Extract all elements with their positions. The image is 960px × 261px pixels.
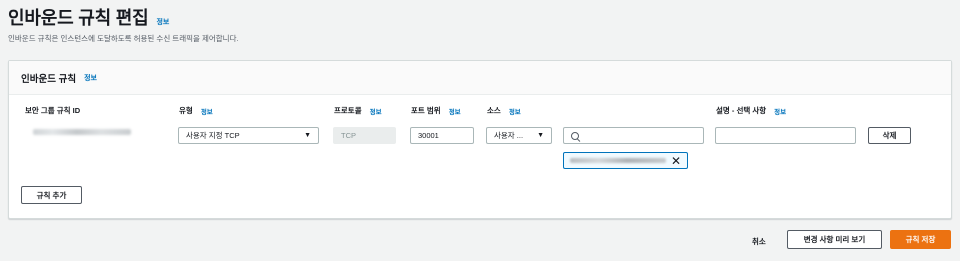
delete-rule-button[interactable]: 삭제 bbox=[868, 127, 911, 144]
protocol-field: TCP bbox=[333, 127, 396, 144]
col-label-port-range: 포트 범위 bbox=[411, 106, 441, 115]
panel-header: 인바운드 규칙 정보 bbox=[9, 61, 951, 95]
col-label-description: 설명 - 선택 사항 bbox=[716, 106, 767, 115]
type-info-link[interactable]: 정보 bbox=[201, 106, 213, 116]
source-token-label bbox=[570, 158, 666, 163]
page-header: 인바운드 규칙 편집 정보 bbox=[8, 4, 169, 30]
col-label-source: 소스 bbox=[487, 106, 501, 115]
description-input[interactable] bbox=[715, 127, 856, 144]
rule-id-value bbox=[33, 129, 131, 135]
source-token: ✕ bbox=[563, 152, 688, 169]
preview-changes-button[interactable]: 변경 사항 미리 보기 bbox=[787, 230, 882, 249]
page-description: 인바운드 규칙은 인스턴스에 도달하도록 허용된 수신 트래픽을 제어합니다. bbox=[8, 34, 239, 43]
save-rules-button[interactable]: 규칙 저장 bbox=[890, 230, 951, 249]
close-icon[interactable]: ✕ bbox=[671, 155, 681, 167]
source-search-input[interactable] bbox=[563, 127, 704, 144]
panel-info-link[interactable]: 정보 bbox=[84, 73, 97, 83]
col-header-description: 설명 - 선택 사항 정보 bbox=[716, 105, 786, 116]
search-icon bbox=[571, 131, 579, 140]
add-rule-button[interactable]: 규칙 추가 bbox=[21, 186, 82, 204]
col-label-type: 유형 bbox=[179, 106, 193, 115]
col-label-protocol: 프로토콜 bbox=[334, 106, 362, 115]
type-select[interactable]: 사용자 지정 TCP ▼ bbox=[178, 127, 319, 144]
page-info-link[interactable]: 정보 bbox=[156, 17, 169, 27]
col-header-type: 유형 정보 bbox=[179, 105, 213, 116]
inbound-rules-panel: 인바운드 규칙 정보 보안 그룹 규칙 ID 유형 정보 프로토콜 정보 포트 … bbox=[8, 60, 952, 219]
port-range-value: 30001 bbox=[418, 131, 439, 140]
source-info-link[interactable]: 정보 bbox=[509, 106, 521, 116]
protocol-value: TCP bbox=[341, 131, 356, 140]
caret-down-icon: ▼ bbox=[537, 132, 544, 139]
col-header-source: 소스 정보 bbox=[487, 105, 521, 116]
col-label-rule-id: 보안 그룹 규칙 ID bbox=[25, 106, 81, 115]
panel-title: 인바운드 규칙 bbox=[21, 73, 77, 85]
source-select[interactable]: 사용자 ... ▼ bbox=[486, 127, 552, 144]
col-header-protocol: 프로토콜 정보 bbox=[334, 105, 382, 116]
type-select-value: 사용자 지정 TCP bbox=[186, 131, 240, 140]
protocol-info-link[interactable]: 정보 bbox=[370, 106, 382, 116]
col-header-rule-id: 보안 그룹 규칙 ID bbox=[25, 105, 80, 116]
source-select-value: 사용자 ... bbox=[494, 131, 524, 140]
page-title: 인바운드 규칙 편집 bbox=[8, 8, 149, 28]
port-info-link[interactable]: 정보 bbox=[449, 106, 461, 116]
description-info-link[interactable]: 정보 bbox=[774, 106, 786, 116]
port-range-input[interactable]: 30001 bbox=[410, 127, 474, 144]
col-header-port-range: 포트 범위 정보 bbox=[411, 105, 461, 116]
caret-down-icon: ▼ bbox=[304, 132, 311, 139]
cancel-button[interactable]: 취소 bbox=[752, 236, 766, 247]
